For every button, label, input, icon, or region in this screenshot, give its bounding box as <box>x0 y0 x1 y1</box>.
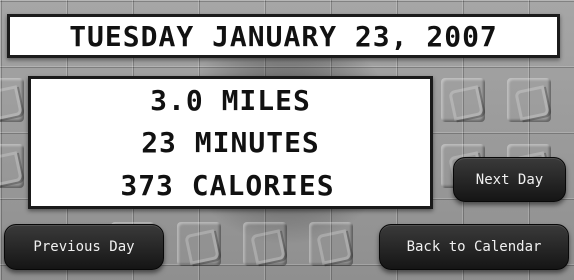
date-title: TUESDAY JANUARY 23, 2007 <box>69 19 498 53</box>
date-header: TUESDAY JANUARY 23, 2007 <box>7 14 560 58</box>
embossed-tile-icon <box>441 78 485 122</box>
embossed-tile-icon <box>0 144 24 188</box>
embossed-tile-icon <box>177 222 221 266</box>
embossed-tile-icon <box>243 222 287 266</box>
duration-stat: 23 MINUTES <box>141 126 320 159</box>
distance-stat: 3.0 MILES <box>150 84 311 117</box>
next-day-button[interactable]: Next Day <box>453 157 566 202</box>
embossed-tile-icon <box>309 222 353 266</box>
calories-stat: 373 CALORIES <box>120 169 335 202</box>
workout-stats-panel: 3.0 MILES 23 MINUTES 373 CALORIES <box>28 76 433 209</box>
back-to-calendar-button[interactable]: Back to Calendar <box>379 224 569 270</box>
previous-day-button[interactable]: Previous Day <box>4 224 164 270</box>
embossed-tile-icon <box>507 78 551 122</box>
embossed-tile-icon <box>0 78 24 122</box>
